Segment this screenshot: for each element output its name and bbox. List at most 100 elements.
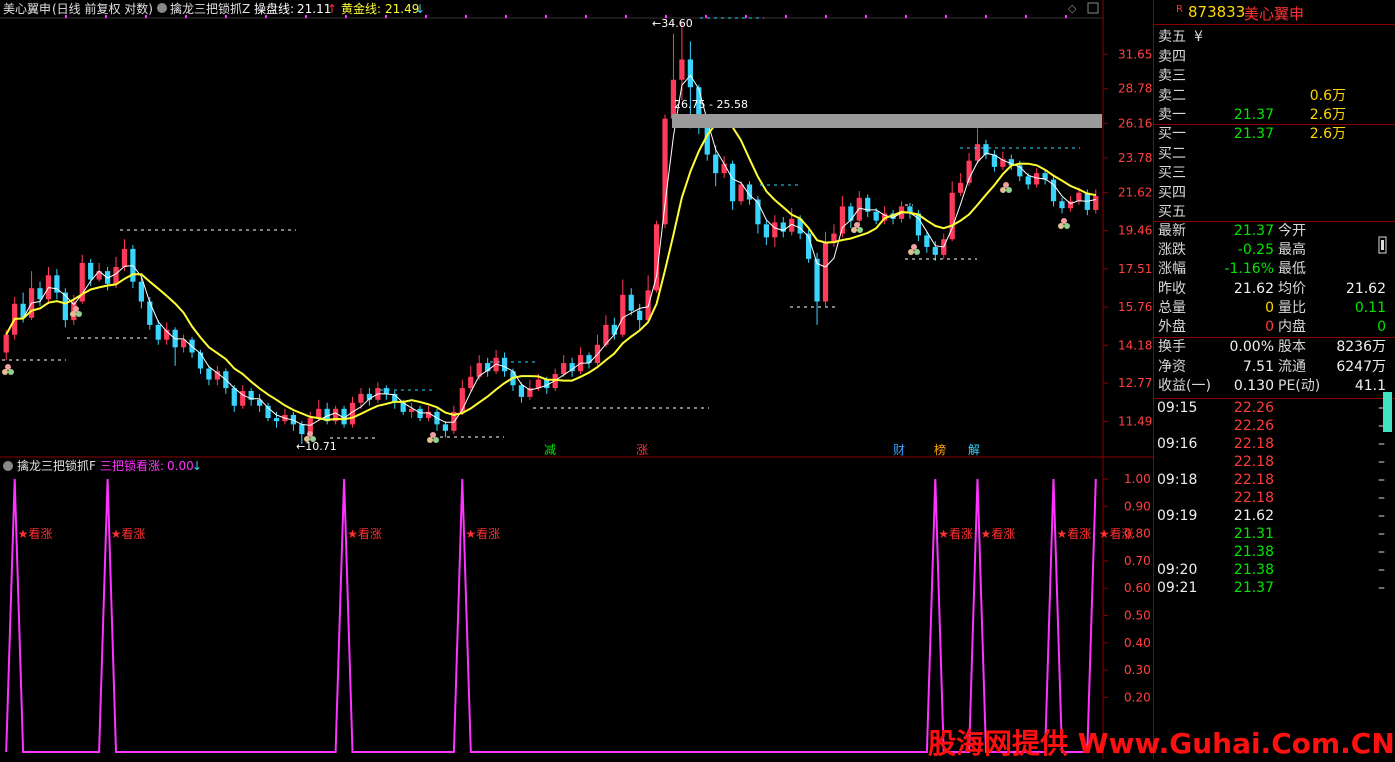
sub-axis-label: 0.40 [1124, 636, 1151, 650]
buy-level-label: 买二 [1158, 145, 1186, 162]
candle [763, 224, 769, 238]
axis-label: 21.62 [1118, 185, 1152, 199]
candle [873, 211, 879, 221]
signal-text: ★看涨 [938, 526, 973, 541]
tick-volume-dash: – [1378, 562, 1385, 578]
signal-icon-dot [430, 432, 436, 438]
stat-label: 涨幅 [1158, 261, 1186, 278]
candle [822, 243, 829, 302]
event-marker-reduce[interactable]: 减 [544, 443, 556, 457]
finance-label: 收益(一) [1158, 378, 1211, 394]
stock-name: 美心翼申 [1244, 5, 1305, 23]
chart-mode: (日线 前复权 对数) [52, 1, 153, 16]
candle [535, 379, 541, 389]
finance-value: 8236万 [1336, 339, 1386, 355]
sell-volume: 0.6万 [1309, 87, 1346, 104]
signal-icon-dot [857, 227, 863, 233]
stat-label: 量比 [1278, 299, 1306, 316]
top-marker-dot [545, 15, 547, 18]
scrollbar-thumb[interactable] [1383, 392, 1392, 432]
sub-indicator-name[interactable]: 擒龙三把锁抓F [17, 458, 96, 473]
stat-label: 今开 [1278, 223, 1306, 239]
candle [932, 246, 938, 255]
line2-arrow: ↓ [415, 2, 425, 16]
tick-time: 09:15 [1157, 400, 1198, 416]
kline-chart[interactable]: 31.65 28.78 26.16 23.78 21.62 19.46 17.51 15.76… [0, 0, 1153, 759]
expand-icon[interactable] [1378, 236, 1388, 254]
finance-label: 净资 [1158, 358, 1186, 375]
signal-icon-dot [854, 222, 860, 228]
candle [138, 281, 144, 302]
candle [442, 424, 449, 431]
sell-level-label: 卖五 [1158, 29, 1186, 45]
tick-volume-dash: – [1378, 454, 1385, 470]
stat-label: 总量 [1158, 299, 1186, 316]
signal-text: ★看涨 [1099, 526, 1134, 541]
quote-panel: R 873833 美心翼申 卖五 ¥ 卖四 卖三 卖二 0.6万 卖一 21.37 2.6万 买… [1153, 0, 1395, 759]
candle [662, 118, 668, 225]
axis-label: 28.78 [1118, 82, 1152, 96]
indicator-toggle-icon[interactable] [157, 3, 167, 13]
event-marker-finance[interactable]: 财 [893, 443, 905, 457]
tick-price: 21.62 [1233, 508, 1274, 524]
signal-icon [1058, 218, 1070, 229]
candle [1025, 176, 1031, 185]
buy-volume [1284, 203, 1346, 222]
signal-icon-dot [1006, 187, 1012, 193]
top-marker-dot [505, 15, 507, 18]
candle [383, 388, 389, 394]
candle [459, 388, 465, 412]
candle [88, 262, 94, 280]
event-marker-rise[interactable]: 涨 [636, 442, 648, 457]
candle [501, 357, 508, 372]
top-marker-dot [825, 15, 827, 18]
axis-label: 14.18 [1118, 338, 1152, 352]
signal-text: ★看涨 [981, 526, 1016, 541]
stat-value: 21.62 [1233, 280, 1274, 297]
stat-value [1324, 222, 1386, 241]
signal-icon-dot [433, 437, 439, 443]
candle [637, 310, 643, 321]
candle [924, 235, 930, 247]
sub-axis-label: 0.20 [1124, 690, 1151, 704]
candle [206, 368, 212, 380]
top-marker-dot [1025, 15, 1027, 18]
top-marker-dot [745, 15, 747, 18]
indicator-name[interactable]: 擒龙三把锁抓Z [170, 1, 250, 16]
price-zone-box [672, 114, 1102, 128]
tick-volume-dash: – [1378, 472, 1385, 488]
top-marker-dot [625, 15, 627, 18]
candle [155, 324, 161, 340]
sub-indicator-toggle-icon[interactable] [3, 461, 13, 471]
candle [518, 385, 525, 397]
axis-label: 15.76 [1118, 300, 1152, 314]
axis-label: 23.78 [1118, 151, 1152, 165]
stock-title: 美心翼申 [3, 2, 51, 16]
stat-label: 最低 [1278, 261, 1306, 278]
diamond-icon[interactable]: ◇ [1068, 2, 1077, 15]
tick-volume-dash: – [1378, 580, 1385, 596]
candle [729, 163, 736, 202]
candle [721, 163, 727, 174]
buy-price [1214, 164, 1274, 183]
signal-icon-dot [1000, 187, 1006, 193]
sub-axis-label: 0.70 [1124, 554, 1151, 568]
candle [1076, 192, 1082, 202]
finance-value: 41.1 [1354, 378, 1386, 394]
maximize-icon[interactable] [1087, 2, 1099, 14]
sell-level-label: 卖四 [1158, 48, 1186, 65]
candle [679, 59, 685, 80]
ma-slow-line [5, 116, 1096, 422]
event-marker-unlock[interactable]: 解 [968, 443, 980, 457]
tick-time: 09:20 [1157, 562, 1198, 578]
candle [231, 388, 237, 406]
event-marker-rank[interactable]: 榜 [934, 442, 946, 457]
candle [814, 258, 820, 302]
signal-arrow: ↓ [192, 459, 202, 473]
signal-line [5, 478, 1097, 753]
tick-volume-dash: – [1378, 436, 1385, 452]
stat-value: 21.62 [1345, 280, 1386, 297]
tick-price: 21.31 [1233, 526, 1274, 542]
signal-icon-dot [1061, 218, 1067, 224]
tick-time: 09:21 [1157, 580, 1198, 596]
